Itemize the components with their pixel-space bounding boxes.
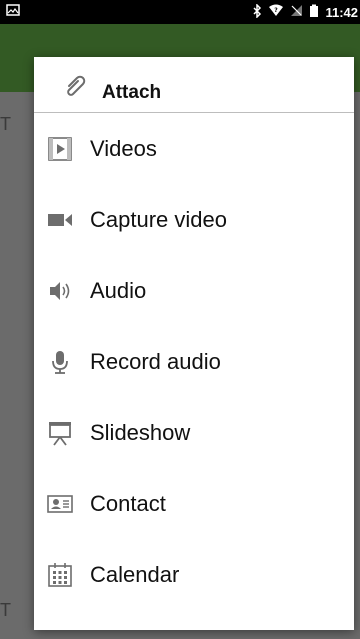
- bluetooth-icon: [252, 2, 262, 21]
- dialog-title: Attach: [102, 82, 162, 103]
- menu-item-record-audio[interactable]: Record audio: [34, 326, 354, 397]
- image-notification-icon: [6, 3, 20, 21]
- menu-item-label: Record audio: [90, 348, 221, 374]
- wifi-icon: ?: [268, 4, 284, 20]
- microphone-icon: [44, 346, 76, 378]
- menu-item-videos[interactable]: Videos: [34, 113, 354, 184]
- status-bar: ? 11:42: [0, 0, 360, 24]
- menu-item-calendar[interactable]: Calendar: [34, 539, 354, 610]
- svg-text:?: ?: [275, 7, 279, 14]
- clock: 11:42: [325, 4, 358, 20]
- menu-item-label: Capture video: [90, 206, 227, 232]
- menu-item-slideshow[interactable]: Slideshow: [34, 397, 354, 468]
- calendar-icon: [44, 559, 76, 591]
- speaker-icon: [44, 275, 76, 307]
- slideshow-icon: [44, 417, 76, 449]
- menu-item-label: Videos: [90, 135, 157, 161]
- video-file-icon: [44, 133, 76, 165]
- battery-icon: [309, 4, 319, 21]
- menu-item-label: Audio: [90, 277, 147, 303]
- background-text-fragment: T: [0, 114, 11, 134]
- attach-options-list: Videos Capture video Audio Record audio …: [34, 113, 354, 610]
- attach-dialog: Attach Videos Capture video Audio Record…: [34, 57, 354, 630]
- paperclip-icon: [62, 71, 90, 104]
- dialog-header: Attach: [34, 57, 354, 113]
- menu-item-label: Contact: [90, 490, 166, 516]
- menu-item-label: Slideshow: [90, 419, 191, 445]
- video-camera-icon: [44, 204, 76, 236]
- menu-item-label: Calendar: [90, 561, 180, 587]
- menu-item-audio[interactable]: Audio: [34, 255, 354, 326]
- signal-icon: [290, 4, 303, 20]
- menu-item-contact[interactable]: Contact: [34, 468, 354, 539]
- menu-item-capture-video[interactable]: Capture video: [34, 184, 354, 255]
- background-text-fragment: T: [0, 600, 11, 620]
- contact-card-icon: [44, 488, 76, 520]
